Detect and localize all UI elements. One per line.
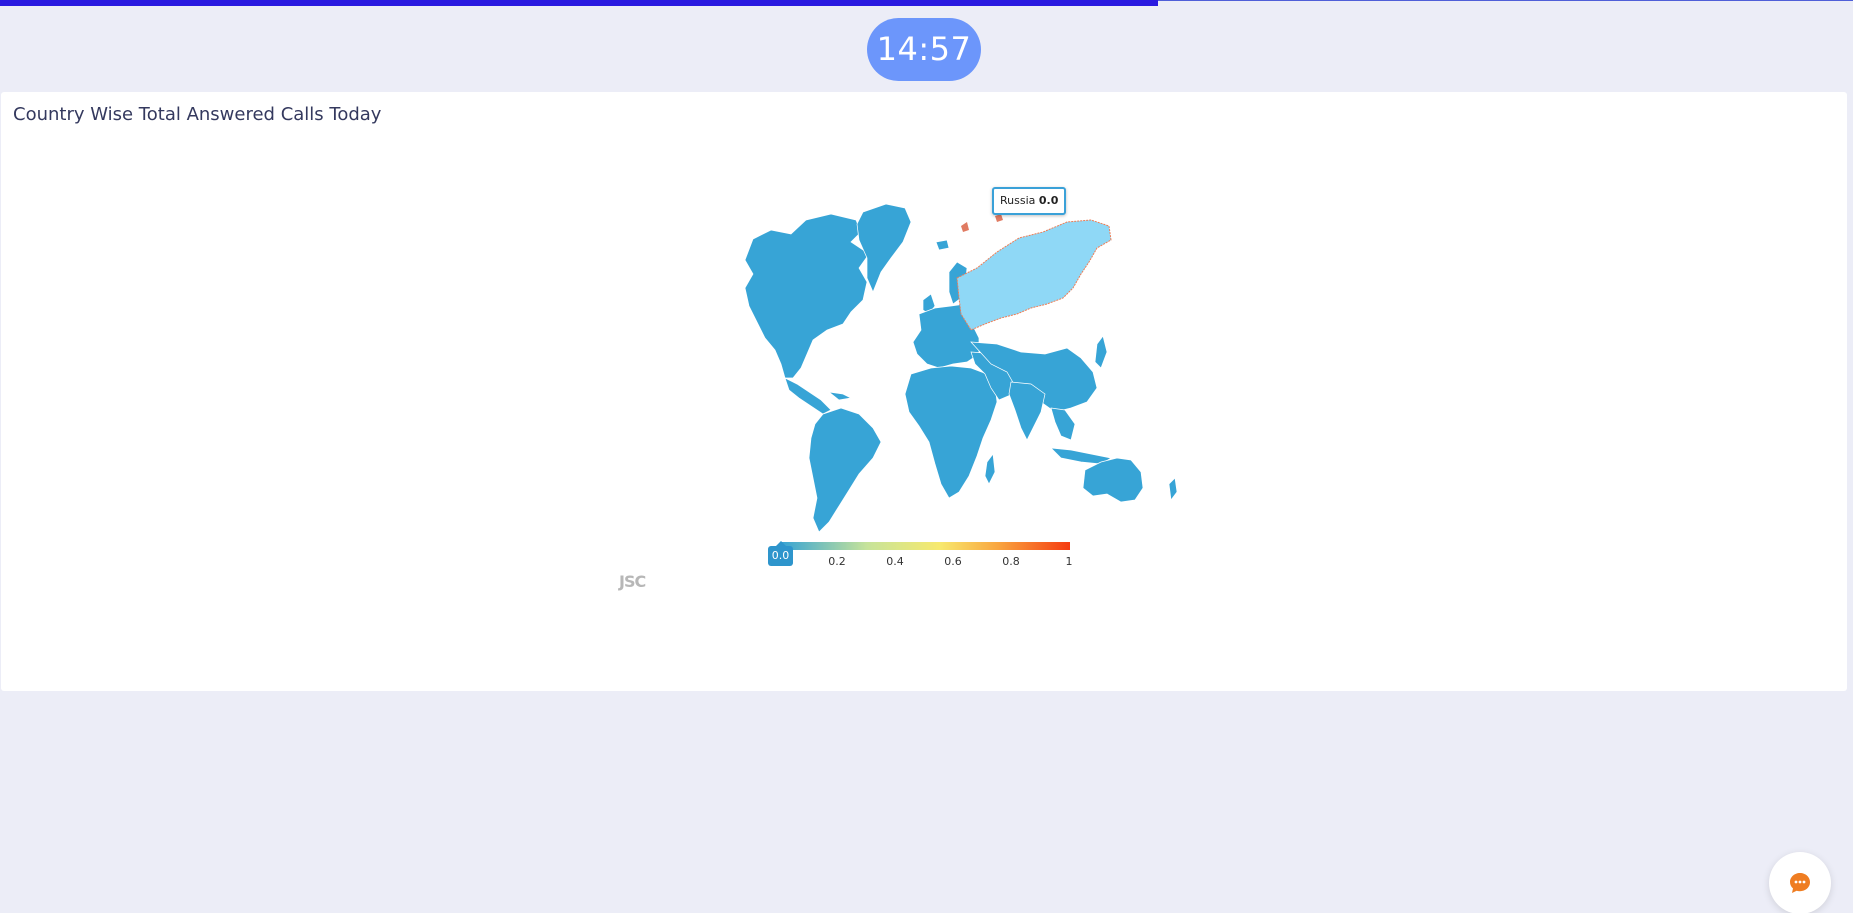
country-central-america [784,377,832,415]
session-progress-bar [0,0,1853,7]
color-scale-legend [780,542,1070,550]
country-south-america [808,407,882,533]
legend-tick-label: 1 [1065,555,1073,568]
legend-tick-label: 0.6 [944,555,962,568]
country-africa [904,365,998,499]
legend-selected-marker[interactable]: 0.0 [768,541,793,566]
progress-fill [0,0,1159,6]
country-india [1008,381,1046,441]
country-caribbean [827,391,853,401]
world-map-svg[interactable] [1,92,1847,691]
chat-bubble-icon [1790,873,1810,893]
country-russia [956,219,1112,331]
tooltip-value: 0.0 [1038,194,1059,207]
answered-calls-map-card: Country Wise Total Answered Calls Today [1,92,1847,691]
dashboard-page: 14:57 Country Wise Total Answered Calls … [0,0,1853,913]
countdown-timer: 14:57 [867,18,981,81]
legend-tick-label: 0.2 [828,555,846,568]
country-new-zealand [1168,477,1178,501]
country-iceland [935,239,950,251]
country-southeast-asia [1050,407,1076,441]
map-tooltip: Russia 0.0 [992,187,1067,215]
legend-tick-label: 0.4 [886,555,904,568]
chat-button[interactable] [1769,852,1831,913]
country-madagascar [984,453,996,485]
legend-tick-label: 0.8 [1002,555,1020,568]
country-north-america [744,213,870,379]
tooltip-country: Russia [1000,194,1036,207]
country-australia [1082,457,1144,503]
world-map-chart[interactable] [1,92,1847,691]
map-watermark: JSC [619,572,646,591]
country-arctic-islands [961,214,1003,232]
country-japan [1094,335,1108,369]
